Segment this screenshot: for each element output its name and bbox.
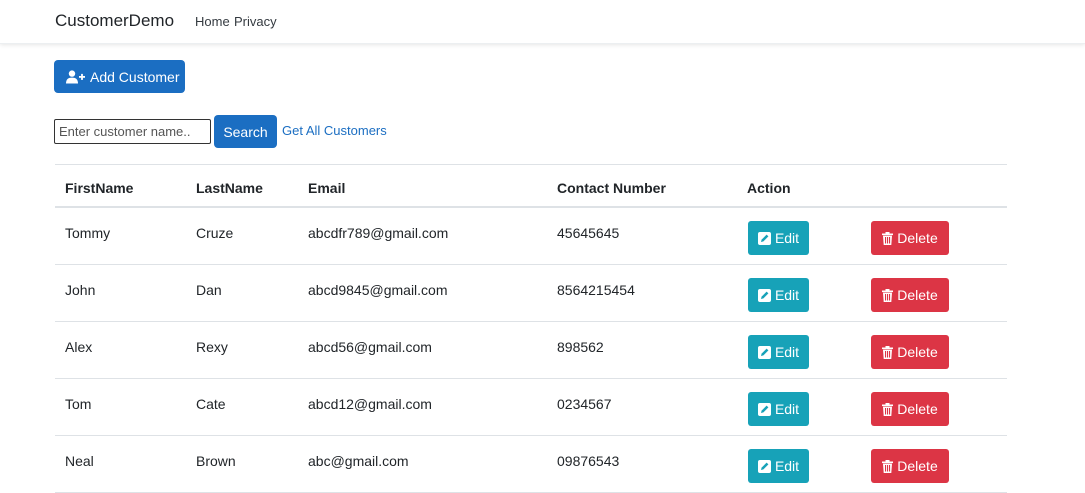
edit-icon — [757, 459, 771, 473]
cell-firstname: Neal — [65, 453, 94, 469]
brand-link[interactable]: CustomerDemo — [55, 11, 174, 31]
delete-label: Delete — [897, 344, 938, 360]
edit-button[interactable]: Edit — [748, 449, 809, 483]
delete-button[interactable]: Delete — [871, 335, 949, 369]
edit-button[interactable]: Edit — [748, 278, 809, 312]
delete-label: Delete — [897, 458, 938, 474]
trash-icon — [882, 345, 894, 359]
trash-icon — [882, 459, 894, 473]
add-customer-button[interactable]: Add Customer — [54, 60, 185, 93]
edit-icon — [757, 231, 771, 245]
delete-button[interactable]: Delete — [871, 221, 949, 255]
nav-privacy-link[interactable]: Privacy — [234, 14, 277, 29]
cell-contact-number: 45645645 — [557, 225, 620, 241]
search-button[interactable]: Search — [214, 115, 277, 148]
cell-email: abcd9845@gmail.com — [308, 282, 448, 298]
cell-contact-number: 09876543 — [557, 453, 620, 469]
get-all-customers-link[interactable]: Get All Customers — [282, 123, 387, 138]
edit-icon — [757, 345, 771, 359]
delete-button[interactable]: Delete — [871, 392, 949, 426]
edit-label: Edit — [774, 287, 800, 303]
cell-contact-number: 8564215454 — [557, 282, 635, 298]
header-lastname: LastName — [196, 180, 263, 196]
delete-label: Delete — [897, 401, 938, 417]
cell-lastname: Cruze — [196, 225, 234, 241]
cell-lastname: Brown — [196, 453, 236, 469]
edit-label: Edit — [774, 344, 800, 360]
table-row: Neal Brown abc@gmail.com 09876543 Edit D… — [55, 436, 1007, 493]
table-row: Tom Cate abcd12@gmail.com 0234567 Edit D… — [55, 379, 1007, 436]
header-firstname: FirstName — [65, 180, 134, 196]
user-plus-icon — [66, 69, 85, 83]
edit-icon — [757, 288, 771, 302]
cell-firstname: Alex — [65, 339, 93, 355]
edit-button[interactable]: Edit — [748, 392, 809, 426]
search-input[interactable] — [54, 119, 211, 144]
cell-firstname: Tom — [65, 396, 92, 412]
delete-label: Delete — [897, 287, 938, 303]
edit-label: Edit — [774, 401, 800, 417]
trash-icon — [882, 402, 894, 416]
edit-label: Edit — [774, 458, 800, 474]
delete-button[interactable]: Delete — [871, 449, 949, 483]
edit-icon — [757, 402, 771, 416]
edit-label: Edit — [774, 230, 800, 246]
trash-icon — [882, 288, 894, 302]
navbar: CustomerDemo Home Privacy — [0, 0, 1085, 44]
delete-button[interactable]: Delete — [871, 278, 949, 312]
cell-lastname: Rexy — [196, 339, 228, 355]
nav-home-link[interactable]: Home — [195, 14, 230, 29]
table-row: John Dan abcd9845@gmail.com 8564215454 E… — [55, 265, 1007, 322]
cell-email: abc@gmail.com — [308, 453, 409, 469]
edit-button[interactable]: Edit — [748, 335, 809, 369]
cell-contact-number: 898562 — [557, 339, 604, 355]
table-row: Alex Rexy abcd56@gmail.com 898562 Edit D… — [55, 322, 1007, 379]
cell-firstname: Tommy — [65, 225, 111, 241]
delete-label: Delete — [897, 230, 938, 246]
cell-email: abcdfr789@gmail.com — [308, 225, 449, 241]
edit-button[interactable]: Edit — [748, 221, 809, 255]
table-header-row: FirstName LastName Email Contact Number … — [55, 165, 1007, 208]
header-contact-number: Contact Number — [557, 180, 666, 196]
add-customer-label: Add Customer — [90, 68, 180, 85]
cell-lastname: Cate — [196, 396, 226, 412]
trash-icon — [882, 231, 894, 245]
cell-email: abcd12@gmail.com — [308, 396, 432, 412]
customers-table: FirstName LastName Email Contact Number … — [55, 164, 1007, 493]
cell-contact-number: 0234567 — [557, 396, 612, 412]
cell-lastname: Dan — [196, 282, 222, 298]
header-action: Action — [747, 180, 791, 196]
cell-firstname: John — [65, 282, 96, 298]
cell-email: abcd56@gmail.com — [308, 339, 432, 355]
header-email: Email — [308, 180, 346, 196]
table-row: Tommy Cruze abcdfr789@gmail.com 45645645… — [55, 208, 1007, 265]
